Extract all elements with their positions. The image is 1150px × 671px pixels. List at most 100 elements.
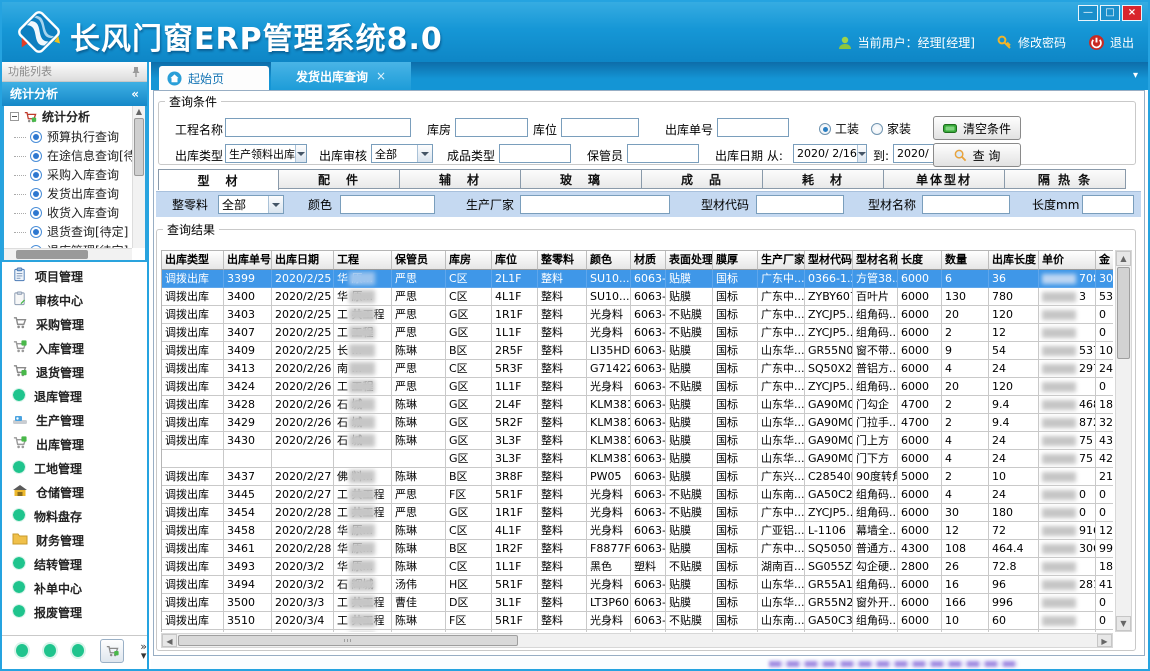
- column-header[interactable]: 库房: [446, 251, 492, 270]
- sidebar-item-4[interactable]: 退货管理: [2, 360, 147, 384]
- table-row[interactable]: 调拨出库35002020/3/3工 共工程曹佳D区3L1F整料LT3P60606…: [162, 594, 1113, 612]
- radio-jiazhuang[interactable]: 家装: [871, 120, 911, 137]
- material-tab-1[interactable]: 配 件: [279, 169, 400, 189]
- logout-button[interactable]: 退出: [1088, 34, 1134, 51]
- table-row[interactable]: G区3L3F整料KLM38176063-T5贴膜国标山东华...GA90M09.…: [162, 450, 1113, 468]
- product-type-input[interactable]: [499, 144, 571, 163]
- tab-overflow-icon[interactable]: ▾: [1133, 70, 1138, 81]
- column-header[interactable]: 保管员: [392, 251, 446, 270]
- sidebar-item-0[interactable]: 项目管理: [2, 264, 147, 288]
- sidebar-item-2[interactable]: 采购管理: [2, 312, 147, 336]
- table-row[interactable]: 调拨出库34582020/2/28华 原...陈琳C区4L1F整料光身料6063…: [162, 522, 1113, 540]
- radio-gongzhuang[interactable]: 工装: [819, 120, 859, 137]
- sidebar-item-3[interactable]: 入库管理: [2, 336, 147, 360]
- material-tab-6[interactable]: 单体型材: [884, 169, 1005, 189]
- column-header[interactable]: 库位: [492, 251, 538, 270]
- stats-group-header[interactable]: 统计分析 «: [2, 82, 147, 106]
- module-dot-icon[interactable]: [16, 644, 28, 657]
- zhengling-select[interactable]: 全部: [218, 195, 284, 214]
- tree-vertical-scrollbar[interactable]: ▲: [132, 106, 145, 248]
- column-header[interactable]: 出库单号: [224, 251, 272, 270]
- table-row[interactable]: 调拨出库34292020/2/26石 城陈琳G区5R2F整料KLM3817606…: [162, 414, 1113, 432]
- maximize-button[interactable]: □: [1100, 5, 1120, 21]
- cart-module-button[interactable]: [100, 639, 124, 663]
- factory-input[interactable]: [520, 195, 670, 214]
- length-input[interactable]: [1082, 195, 1134, 214]
- column-header[interactable]: 型材代码: [805, 251, 853, 270]
- outbound-type-select[interactable]: 生产领料出库: [225, 144, 307, 163]
- table-row[interactable]: 调拨出库34612020/2/28华 原...陈琳B区1R2F整料F8877FT…: [162, 540, 1113, 558]
- sidebar-overflow-button[interactable]: »▾: [140, 642, 147, 660]
- table-row[interactable]: 调拨出库34372020/2/27佛 料...陈琳B区3R8F整料PW05606…: [162, 468, 1113, 486]
- column-header[interactable]: 型材名称: [853, 251, 898, 270]
- color-input[interactable]: [340, 195, 435, 214]
- table-row[interactable]: 调拨出库34282020/2/26石 城陈琳G区2L4F整料KLM3817606…: [162, 396, 1113, 414]
- order-no-input[interactable]: [717, 118, 789, 137]
- column-header[interactable]: 颜色: [587, 251, 631, 270]
- column-header[interactable]: 数量: [942, 251, 989, 270]
- column-header[interactable]: 生产厂家: [758, 251, 805, 270]
- material-tab-2[interactable]: 辅 材: [400, 169, 521, 189]
- tree-item-6[interactable]: 退库管理[待定]: [4, 241, 132, 248]
- pin-icon[interactable]: [131, 66, 141, 78]
- material-tab-4[interactable]: 成 品: [642, 169, 763, 189]
- column-header[interactable]: 出库长度: [989, 251, 1039, 270]
- column-header[interactable]: 材质: [631, 251, 666, 270]
- material-tab-5[interactable]: 耗 材: [763, 169, 884, 189]
- minimize-button[interactable]: —: [1078, 5, 1098, 21]
- table-row[interactable]: 调拨出库34932020/3/2华 原...陈琳C区1L1F整料黑色塑料不贴膜国…: [162, 558, 1113, 576]
- sidebar-item-12[interactable]: 结转管理: [2, 552, 147, 576]
- tree-item-3[interactable]: 发货出库查询: [4, 184, 132, 203]
- warehouse-input[interactable]: [455, 118, 528, 137]
- sidebar-item-7[interactable]: 出库管理: [2, 432, 147, 456]
- keeper-input[interactable]: [627, 144, 699, 163]
- tree-root-statistics[interactable]: 统计分析: [4, 106, 132, 127]
- tree-item-0[interactable]: 预算执行查询: [4, 127, 132, 146]
- tree-item-2[interactable]: 采购入库查询: [4, 165, 132, 184]
- sidebar-item-6[interactable]: 生产管理: [2, 408, 147, 432]
- sidebar-item-10[interactable]: 物料盘存: [2, 504, 147, 528]
- table-row[interactable]: 调拨出库33992020/2/25华 原...严思C区2L1F整料SU10...…: [162, 270, 1113, 288]
- column-header[interactable]: 金: [1096, 251, 1113, 270]
- table-row[interactable]: 调拨出库34132020/2/26南 ...严思C区5R3F整料G7142260…: [162, 360, 1113, 378]
- tree-item-4[interactable]: 收货入库查询: [4, 203, 132, 222]
- profile-name-input[interactable]: [922, 195, 1010, 214]
- table-row[interactable]: 调拨出库35102020/3/4工 共工程陈琳F区5R1F整料光身料6063-T…: [162, 612, 1113, 630]
- module-dot-icon[interactable]: [72, 644, 84, 657]
- outbound-audit-select[interactable]: 全部: [371, 144, 433, 163]
- change-password-button[interactable]: 修改密码: [997, 34, 1066, 51]
- tab-shipment-outbound-query[interactable]: 发货出库查询 ×: [271, 62, 411, 90]
- expander-icon[interactable]: [10, 112, 19, 121]
- table-row[interactable]: 调拨出库34942020/3/2石 辉城汤伟H区5R1F整料光身料6063-T5…: [162, 576, 1113, 594]
- column-header[interactable]: 长度: [898, 251, 942, 270]
- tree-item-5[interactable]: 退货查询[待定]: [4, 222, 132, 241]
- table-row[interactable]: 调拨出库34002020/2/25华 原...严思C区4L1F整料SU10...…: [162, 288, 1113, 306]
- clear-conditions-button[interactable]: 清空条件: [933, 116, 1021, 140]
- tab-close-icon[interactable]: ×: [376, 69, 386, 83]
- table-row[interactable]: 调拨出库34542020/2/28工 共工程严思G区1R1F整料光身料6063-…: [162, 504, 1113, 522]
- table-vertical-scrollbar[interactable]: ▲ ▼: [1115, 250, 1132, 632]
- table-horizontal-scrollbar[interactable]: ◀ ▶: [161, 633, 1113, 648]
- profile-code-input[interactable]: [756, 195, 844, 214]
- material-tab-7[interactable]: 隔 热 条: [1005, 169, 1126, 189]
- table-row[interactable]: 调拨出库34092020/2/25长 ...陈琳B区2R5F整料LI35HD60…: [162, 342, 1113, 360]
- column-header[interactable]: 工程: [334, 251, 392, 270]
- column-header[interactable]: 出库日期: [272, 251, 334, 270]
- collapse-icon[interactable]: «: [131, 82, 139, 106]
- sidebar-item-5[interactable]: 退库管理: [2, 384, 147, 408]
- search-button[interactable]: 查 询: [933, 143, 1021, 167]
- sidebar-item-9[interactable]: 仓储管理: [2, 480, 147, 504]
- sidebar-item-11[interactable]: 财务管理: [2, 528, 147, 552]
- column-header[interactable]: 整零料: [538, 251, 587, 270]
- date-from-select[interactable]: 2020/ 2/16: [793, 144, 867, 163]
- table-row[interactable]: 调拨出库34242020/2/26工 工程严思G区1L1F整料光身料6063-T…: [162, 378, 1113, 396]
- table-row[interactable]: 调拨出库35122020/3/4工 共工程陈琳F区1L2F整料光身料6063-T…: [162, 630, 1113, 632]
- module-dot-icon[interactable]: [44, 644, 56, 657]
- column-header[interactable]: 出库类型: [162, 251, 224, 270]
- close-button[interactable]: ×: [1122, 5, 1142, 21]
- table-row[interactable]: 调拨出库34032020/2/25工 共工程严思G区1R1F整料光身料6063-…: [162, 306, 1113, 324]
- tree-item-1[interactable]: 在途信息查询[待: [4, 146, 132, 165]
- sidebar-item-8[interactable]: 工地管理: [2, 456, 147, 480]
- material-tab-0[interactable]: 型 材: [158, 169, 279, 190]
- sidebar-item-1[interactable]: 审核中心: [2, 288, 147, 312]
